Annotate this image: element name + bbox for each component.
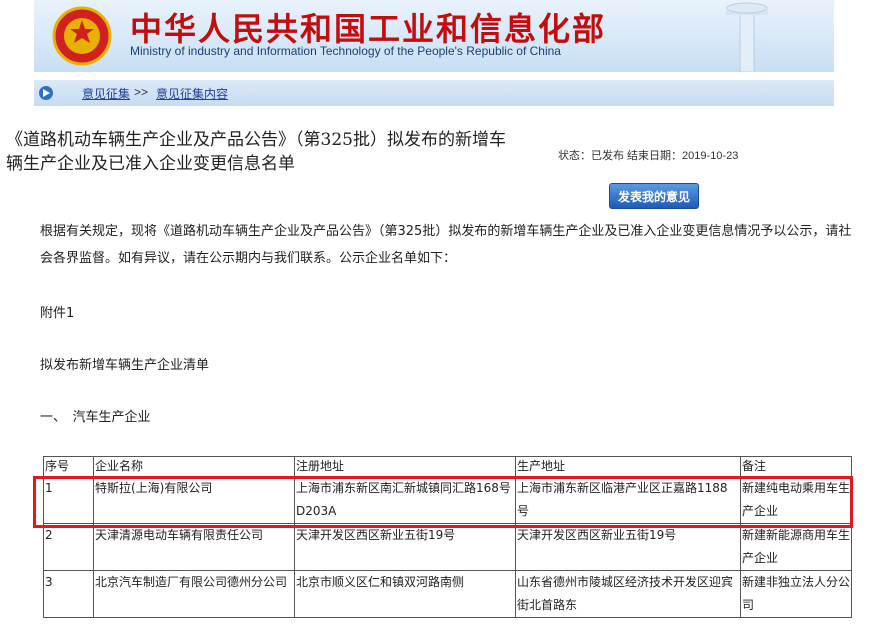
site-banner: 中华人民共和国工业和信息化部 Ministry of industry and … — [34, 0, 834, 72]
table-cell: 北京汽车制造厂有限公司德州分公司 — [93, 570, 295, 618]
submit-comment-button[interactable]: 发表我的意见 — [609, 183, 699, 209]
status-text: 状态：已发布 结束日期：2019-10-23 — [558, 150, 739, 162]
enterprise-table: 序号 企业名称 注册地址 生产地址 备注 1 特斯拉(上海)有限公司 上海市浦东… — [43, 456, 852, 618]
intro-paragraph: 根据有关规定，现将《道路机动车辆生产企业及产品公告》（第325批）拟发布的新增车… — [40, 224, 852, 266]
monument-icon — [726, 2, 768, 72]
list-title: 拟发布新增车辆生产企业清单 — [40, 358, 210, 373]
table-cell: 新建新能源商用车生产企业 — [740, 523, 852, 571]
breadcrumb-link-consultation[interactable]: 意见征集 — [82, 85, 130, 102]
header-cell: 序号 — [43, 456, 94, 477]
breadcrumb-link-content[interactable]: 意见征集内容 — [156, 85, 228, 102]
table-cell: 2 — [43, 523, 94, 571]
table-cell: 天津开发区西区新业五街19号 — [515, 523, 741, 571]
table-cell: 特斯拉(上海)有限公司 — [93, 476, 295, 524]
table-cell: 北京市顺义区仁和镇双河路南侧 — [294, 570, 516, 618]
header-cell: 注册地址 — [294, 456, 516, 477]
header-cell: 备注 — [740, 456, 852, 477]
table-row: 1 特斯拉(上海)有限公司 上海市浦东新区南汇新城镇同汇路168号D203A 上… — [43, 476, 852, 524]
table-cell: 新建纯电动乘用车生产企业 — [740, 476, 852, 524]
table-cell: 天津清源电动车辆有限责任公司 — [93, 523, 295, 571]
table-cell: 新建非独立法人分公司 — [740, 570, 852, 618]
table-row: 2 天津清源电动车辆有限责任公司 天津开发区西区新业五街19号 天津开发区西区新… — [43, 523, 852, 571]
article-title: 《道路机动车辆生产企业及产品公告》（第325批）拟发布的新增车辆生产企业及已准入… — [6, 130, 506, 174]
table-header-row: 序号 企业名称 注册地址 生产地址 备注 — [43, 456, 852, 477]
breadcrumb-separator: >> — [134, 85, 149, 99]
attachment-label: 附件1 — [40, 306, 75, 321]
header-cell: 企业名称 — [93, 456, 295, 477]
table-cell: 上海市浦东新区临港产业区正嘉路1188号 — [515, 476, 741, 524]
site-subtitle: Ministry of industry and Information Tec… — [130, 44, 561, 58]
national-emblem-icon — [52, 6, 112, 66]
arrow-circle-icon — [39, 86, 53, 100]
table-row: 3 北京汽车制造厂有限公司德州分公司 北京市顺义区仁和镇双河路南侧 山东省德州市… — [43, 570, 852, 618]
table-cell: 上海市浦东新区南汇新城镇同汇路168号D203A — [294, 476, 516, 524]
breadcrumb: 意见征集 >> 意见征集内容 — [34, 80, 834, 106]
header-cell: 生产地址 — [515, 456, 741, 477]
table-cell: 3 — [43, 570, 94, 618]
table-cell: 1 — [43, 476, 94, 524]
table-cell: 天津开发区西区新业五街19号 — [294, 523, 516, 571]
section-heading: 一、 汽车生产企业 — [40, 410, 151, 425]
table-cell: 山东省德州市陵城区经济技术开发区迎宾街北首路东 — [515, 570, 741, 618]
